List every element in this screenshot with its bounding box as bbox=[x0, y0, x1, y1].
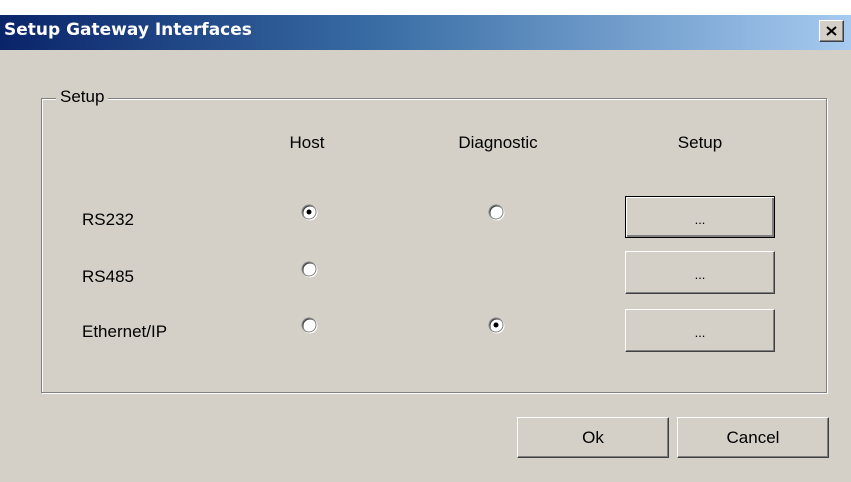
rs485-setup-button[interactable]: ... bbox=[625, 251, 775, 294]
column-header-diagnostic: Diagnostic bbox=[458, 133, 538, 152]
rs232-diagnostic-radio[interactable] bbox=[488, 204, 504, 220]
rs232-host-radio[interactable] bbox=[301, 204, 317, 220]
ethernet-ip-diagnostic-radio[interactable] bbox=[488, 317, 504, 333]
close-button[interactable] bbox=[819, 20, 844, 42]
ethernet-ip-setup-button[interactable]: ... bbox=[625, 309, 775, 352]
row-label-ethernet-ip: Ethernet/IP bbox=[82, 322, 168, 341]
row-label-rs232: RS232 bbox=[82, 210, 134, 229]
row-label-rs485: RS485 bbox=[82, 267, 134, 286]
title-bar[interactable]: Setup Gateway Interfaces bbox=[0, 15, 851, 50]
cancel-button[interactable]: Cancel bbox=[677, 417, 829, 458]
setup-gateway-dialog: Setup Gateway Interfaces Setup Host Diag… bbox=[0, 0, 851, 482]
rs232-setup-button[interactable]: ... bbox=[625, 196, 775, 238]
top-strip bbox=[0, 0, 851, 15]
ethernet-ip-host-radio[interactable] bbox=[301, 317, 317, 333]
groupbox-label: Setup bbox=[56, 86, 109, 108]
column-header-setup: Setup bbox=[677, 133, 723, 152]
close-icon bbox=[826, 26, 837, 36]
window-title: Setup Gateway Interfaces bbox=[4, 20, 252, 40]
ok-button[interactable]: Ok bbox=[517, 417, 669, 458]
rs485-host-radio[interactable] bbox=[301, 261, 317, 277]
column-header-host: Host bbox=[289, 133, 325, 152]
